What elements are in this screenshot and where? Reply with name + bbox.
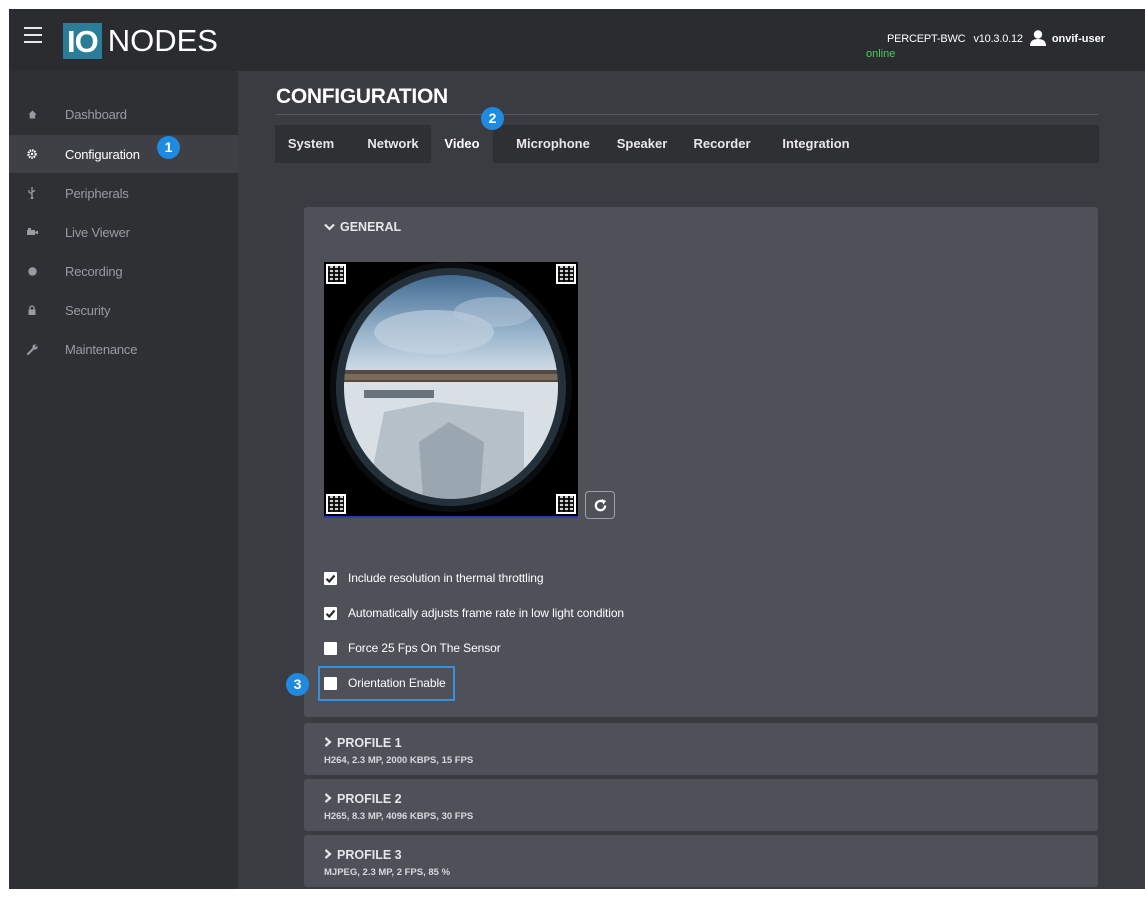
connection-status: online — [866, 48, 896, 60]
chevron-right-icon — [324, 793, 332, 803]
tab-video[interactable]: Video — [431, 125, 493, 163]
logo[interactable]: IO NODES — [63, 23, 218, 59]
user-icon[interactable] — [1029, 30, 1047, 46]
record-icon — [26, 265, 38, 277]
device-name: PERCEPT-BWC — [886, 33, 966, 45]
sidebar-item-live-viewer[interactable]: Live Viewer — [9, 213, 238, 251]
callout-badge-2: 2 — [481, 107, 504, 130]
sidebar-item-security[interactable]: Security — [9, 291, 238, 329]
option-label: Force 25 Fps On The Sensor — [348, 641, 501, 655]
option-force-25fps[interactable]: Force 25 Fps On The Sensor — [324, 638, 501, 658]
profile-header: PROFILE 1 — [324, 736, 402, 750]
profile-header: PROFILE 3 — [324, 848, 402, 862]
general-section-header[interactable]: GENERAL — [324, 220, 401, 234]
tab-network[interactable]: Network — [362, 125, 424, 163]
callout-badge-1: 1 — [157, 136, 180, 159]
video-preview — [324, 262, 578, 518]
logo-wordmark: NODES — [107, 23, 218, 58]
usb-icon — [26, 187, 38, 199]
gear-icon — [26, 148, 38, 160]
profile-title: PROFILE 1 — [337, 736, 402, 750]
calibration-marker — [556, 494, 576, 514]
profile-header: PROFILE 2 — [324, 792, 402, 806]
chevron-right-icon — [324, 849, 332, 859]
orientation-highlight — [318, 666, 455, 701]
option-thermal-throttling[interactable]: Include resolution in thermal throttling — [324, 568, 544, 588]
home-icon — [26, 108, 38, 120]
tab-bar: System Network Video Microphone Speaker … — [275, 125, 1099, 163]
page-title: CONFIGURATION — [276, 85, 448, 108]
tab-microphone[interactable]: Microphone — [510, 125, 596, 163]
check-icon — [325, 609, 336, 618]
checkbox-unchecked[interactable] — [324, 641, 337, 655]
hamburger-menu-icon[interactable] — [24, 27, 42, 43]
profile-2-panel[interactable]: PROFILE 2 H265, 8.3 MP, 4096 KBPS, 30 FP… — [304, 779, 1098, 831]
sidebar-item-dashboard[interactable]: Dashboard — [9, 95, 238, 133]
wrench-icon — [26, 343, 38, 355]
profile-title: PROFILE 2 — [337, 792, 402, 806]
check-icon — [325, 574, 336, 583]
calibration-marker — [556, 264, 576, 284]
refresh-button[interactable] — [585, 491, 615, 519]
profile-title: PROFILE 3 — [337, 848, 402, 862]
option-low-light-frame-rate[interactable]: Automatically adjusts frame rate in low … — [324, 603, 624, 623]
user-name[interactable]: onvif-user — [1052, 33, 1105, 45]
option-label: Automatically adjusts frame rate in low … — [348, 606, 624, 620]
sidebar-item-maintenance[interactable]: Maintenance — [9, 330, 238, 368]
logo-io-mark: IO — [63, 23, 102, 59]
calibration-marker — [326, 494, 346, 514]
chevron-right-icon — [324, 737, 332, 747]
sidebar-item-label: Live Viewer — [65, 224, 130, 240]
sidebar-item-label: Peripherals — [65, 185, 129, 201]
camera-icon — [26, 226, 38, 238]
sidebar-item-label: Recording — [65, 263, 123, 279]
profile-3-panel[interactable]: PROFILE 3 MJPEG, 2.3 MP, 2 FPS, 85 % — [304, 835, 1098, 887]
device-info: PERCEPT-BWC v10.3.0.12 onvif-user — [886, 30, 1105, 47]
sidebar-item-configuration[interactable]: Configuration — [9, 135, 238, 173]
profile-summary: MJPEG, 2.3 MP, 2 FPS, 85 % — [324, 867, 451, 878]
tab-integration[interactable]: Integration — [774, 125, 858, 163]
sidebar: Dashboard Configuration Peripherals Live… — [9, 71, 238, 889]
callout-badge-3: 3 — [286, 673, 309, 696]
top-bar: IO NODES PERCEPT-BWC v10.3.0.12 onvif-us… — [9, 9, 1145, 71]
calibration-marker — [326, 264, 346, 284]
checkbox-checked[interactable] — [324, 571, 337, 585]
tab-recorder[interactable]: Recorder — [689, 125, 755, 163]
checkbox-checked[interactable] — [324, 606, 337, 620]
profile-summary: H264, 2.3 MP, 2000 KBPS, 15 FPS — [324, 755, 474, 766]
chevron-down-icon — [324, 223, 335, 231]
app-window: IO NODES PERCEPT-BWC v10.3.0.12 onvif-us… — [9, 9, 1145, 889]
profile-summary: H265, 8.3 MP, 4096 KBPS, 30 FPS — [324, 811, 474, 822]
sidebar-item-peripherals[interactable]: Peripherals — [9, 174, 238, 212]
general-section-title: GENERAL — [340, 220, 402, 234]
sidebar-item-label: Configuration — [65, 146, 140, 162]
lock-icon — [26, 304, 38, 316]
title-divider — [276, 114, 1098, 115]
sidebar-item-label: Maintenance — [65, 341, 138, 357]
firmware-version: v10.3.0.12 — [973, 33, 1023, 45]
tab-speaker[interactable]: Speaker — [612, 125, 672, 163]
option-label: Include resolution in thermal throttling — [348, 571, 544, 585]
sidebar-item-label: Dashboard — [65, 106, 127, 122]
refresh-icon — [594, 498, 606, 511]
general-panel: GENERAL Include resolution in thermal th… — [304, 207, 1098, 717]
fisheye-video-frame — [324, 262, 578, 516]
sidebar-item-recording[interactable]: Recording — [9, 252, 238, 290]
tab-system[interactable]: System — [284, 125, 338, 163]
sidebar-item-label: Security — [65, 302, 111, 318]
profile-1-panel[interactable]: PROFILE 1 H264, 2.3 MP, 2000 KBPS, 15 FP… — [304, 723, 1098, 775]
